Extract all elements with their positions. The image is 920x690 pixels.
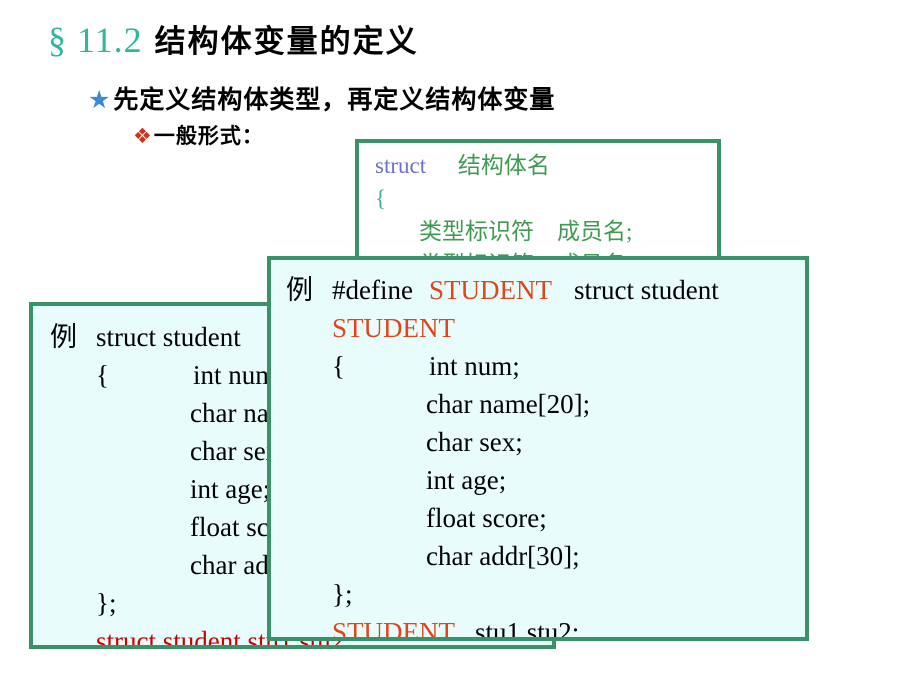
- member-declaration: 类型标识符 成员名;: [419, 219, 633, 244]
- slide-canvas: § 11.2 结构体变量的定义 ★ 先定义结构体类型，再定义结构体变量 ❖一般形式：…: [0, 0, 920, 690]
- code-line: 例 #define STUDENT struct student: [286, 271, 805, 309]
- member-declaration: int num;: [428, 351, 520, 381]
- member-declaration: int age;: [426, 465, 507, 495]
- open-brace: {: [375, 186, 387, 211]
- member-declaration: int age;: [190, 474, 271, 504]
- struct-declaration: struct student: [96, 322, 241, 352]
- bullet-star-text: 先定义结构体类型，再定义结构体变量: [113, 85, 556, 114]
- example-label: 例: [286, 275, 313, 305]
- code-line: STUDENT stu1,stu2;: [286, 613, 805, 641]
- open-brace: {: [96, 360, 109, 390]
- member-declaration: char name[20];: [426, 389, 591, 419]
- section-number: § 11.2: [48, 20, 143, 60]
- macro-expansion: struct student: [573, 275, 719, 305]
- code-line: char name[20];: [286, 385, 805, 423]
- member-declaration: float score;: [426, 503, 547, 533]
- general-form-code-box: struct 结构体名 { 类型标识符 成员名; 类型标识符 成员名;: [355, 139, 721, 261]
- bullet-diamond-text: 一般形式：: [153, 124, 264, 148]
- macro-name: STUDENT: [332, 617, 455, 641]
- struct-name: 结构体名: [457, 153, 550, 178]
- diamond-icon: ❖: [133, 124, 152, 148]
- example-label: 例: [50, 322, 77, 352]
- macro-name: STUDENT: [332, 313, 455, 343]
- close-brace: };: [96, 588, 117, 618]
- code-line: STUDENT: [286, 309, 805, 347]
- general-form-code: struct 结构体名 { 类型标识符 成员名; 类型标识符 成员名;: [359, 143, 717, 257]
- close-brace: };: [332, 579, 353, 609]
- example2-code: 例 #define STUDENT struct student STUDENT { i…: [271, 260, 805, 641]
- bullet-line-diamond: ❖一般形式：: [133, 120, 264, 152]
- title-text: 结构体变量的定义: [154, 24, 419, 60]
- variable-declaration: stu1,stu2;: [475, 617, 580, 641]
- define-directive: #define: [332, 275, 413, 305]
- macro-name: STUDENT: [428, 275, 552, 305]
- keyword-struct: struct: [375, 153, 427, 178]
- code-line: int age;: [286, 461, 805, 499]
- code-line: 类型标识符 成员名;: [375, 215, 717, 248]
- example-define-student-box: 例 #define STUDENT struct student STUDENT { i…: [267, 256, 809, 641]
- code-line: {: [375, 182, 717, 215]
- code-line: char sex;: [286, 423, 805, 461]
- page-title: § 11.2 结构体变量的定义: [48, 18, 419, 64]
- code-line: char addr[30];: [286, 537, 805, 575]
- member-declaration: char sex;: [426, 427, 523, 457]
- member-declaration: char addr[30];: [426, 541, 580, 571]
- code-line: float score;: [286, 499, 805, 537]
- open-brace: {: [332, 351, 345, 381]
- star-icon: ★: [88, 85, 111, 114]
- code-line: struct 结构体名: [375, 149, 717, 182]
- code-line: { int num;: [286, 347, 805, 385]
- bullet-line-star: ★ 先定义结构体类型，再定义结构体变量: [88, 82, 555, 117]
- code-line: };: [286, 575, 805, 613]
